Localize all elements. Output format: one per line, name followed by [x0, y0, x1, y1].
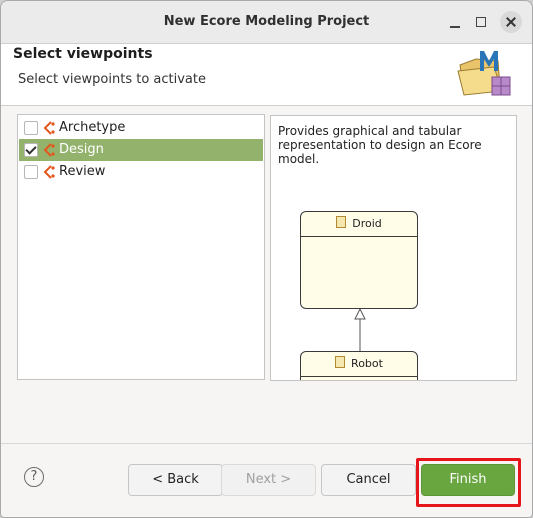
- viewpoint-icon: [43, 143, 55, 157]
- help-icon[interactable]: ?: [24, 467, 44, 487]
- class-name: Robot: [351, 357, 383, 370]
- design-checkbox[interactable]: [24, 143, 38, 157]
- viewpoint-item-archetype[interactable]: Archetype: [19, 117, 263, 139]
- viewpoint-label: Archetype: [59, 120, 126, 135]
- page-title: Select viewpoints: [13, 46, 153, 62]
- viewpoint-label: Review: [59, 164, 106, 179]
- class-box-robot: Robot: [300, 351, 418, 380]
- viewpoint-icon: [43, 121, 55, 135]
- archetype-checkbox[interactable]: [24, 121, 38, 135]
- close-icon[interactable]: [500, 11, 522, 33]
- back-button[interactable]: < Back: [128, 464, 223, 496]
- maximize-icon[interactable]: [471, 12, 491, 32]
- class-name: Droid: [352, 217, 382, 230]
- cancel-button[interactable]: Cancel: [321, 464, 416, 496]
- page-subtitle: Select viewpoints to activate: [18, 72, 206, 87]
- footer-divider: [1, 443, 532, 444]
- next-button[interactable]: Next >: [221, 464, 316, 496]
- viewpoint-item-design[interactable]: Design: [19, 139, 263, 161]
- eclass-icon: [336, 216, 347, 228]
- wizard-header: Select viewpoints Select viewpoints to a…: [1, 44, 532, 106]
- viewpoint-icon: [43, 165, 55, 179]
- title-bar: New Ecore Modeling Project: [1, 1, 532, 44]
- review-checkbox[interactable]: [24, 165, 38, 179]
- eclass-icon: [335, 356, 346, 368]
- minimize-icon[interactable]: [445, 12, 465, 32]
- viewpoint-details: Provides graphical and tabular represent…: [270, 115, 517, 381]
- new-ecore-project-dialog: New Ecore Modeling Project Select viewpo…: [0, 0, 533, 518]
- class-box-droid: Droid: [300, 211, 418, 309]
- viewpoint-label: Design: [59, 142, 104, 157]
- viewpoint-item-review[interactable]: Review: [19, 161, 263, 183]
- viewpoint-list[interactable]: Archetype Design Review: [17, 114, 265, 380]
- wizard-banner-icon: [457, 51, 511, 96]
- finish-highlight-box: [416, 458, 521, 507]
